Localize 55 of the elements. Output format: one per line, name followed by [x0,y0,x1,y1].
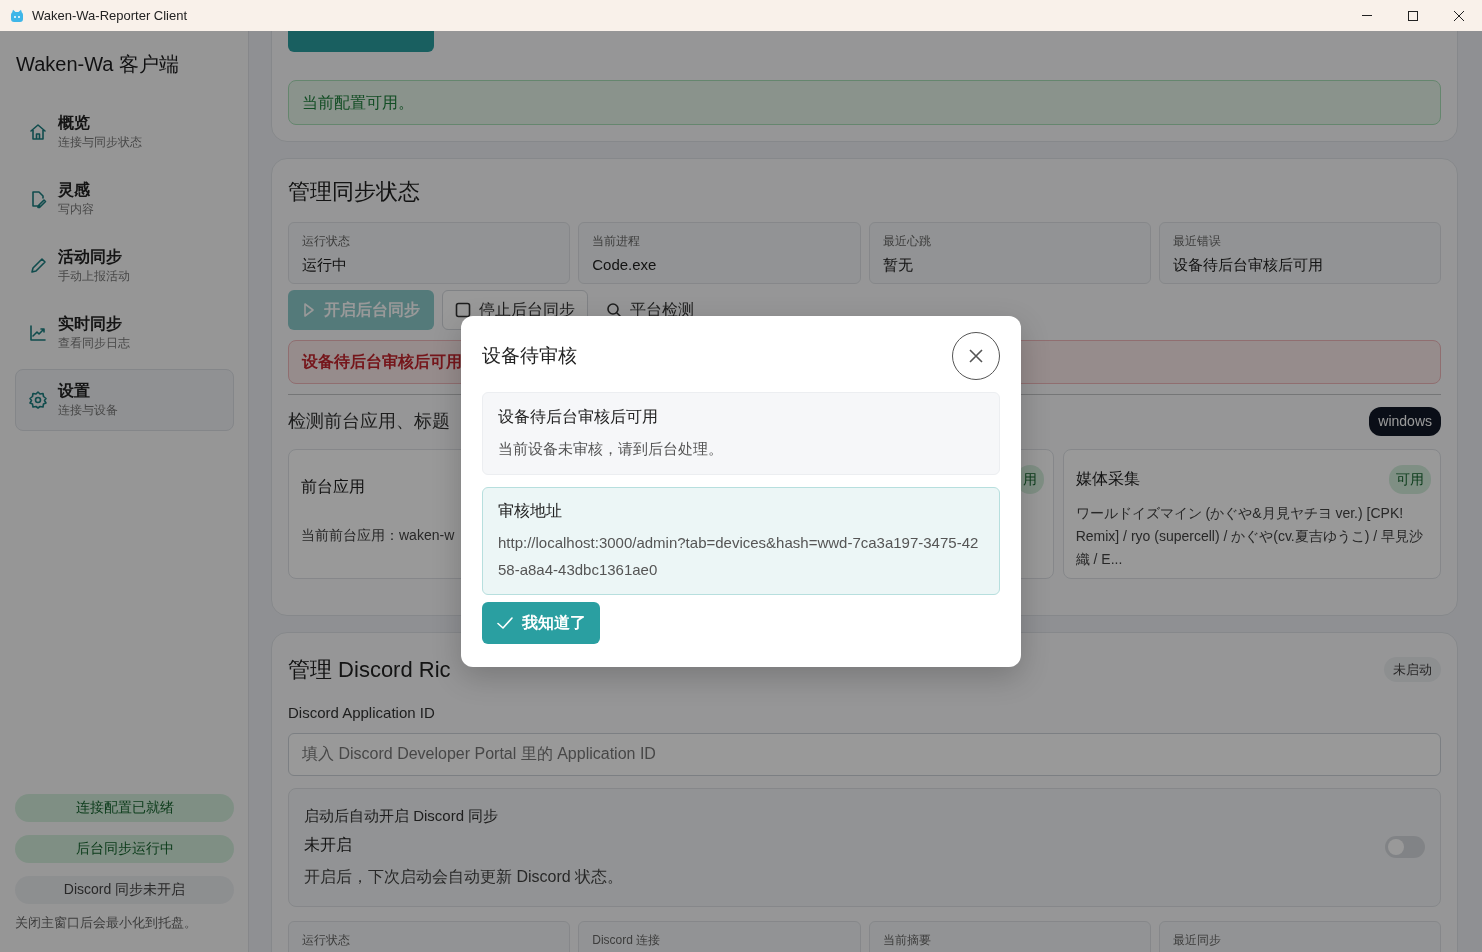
field-label: Discord Application ID [288,703,436,723]
status-badge: 可用 [1389,464,1431,494]
success-alert: 当前配置可用。 [288,80,1441,125]
toggle-state: 未开启 [304,834,353,855]
chart-icon [28,323,48,343]
status-pill: 连接配置已就绪 [15,793,234,822]
minimize-icon [1362,15,1372,16]
stat-card: 最近错误 设备待后台审核后可用 [1158,222,1441,284]
confirm-button[interactable]: 我知道了 [482,602,600,644]
review-title: 审核地址 [498,501,563,521]
capability-title: 媒体采集 [1075,469,1140,489]
close-icon [968,348,984,364]
settings-icon [28,390,48,410]
status-badge: 未启动 [1384,656,1441,683]
sidebar-item[interactable]: 灵感 写内容 [15,168,234,230]
sidebar-item[interactable]: 概览 连接与同步状态 [15,101,234,163]
window-title: Waken-Wa-Reporter Client [32,6,189,25]
stat-card: 运行状态 运行中 [288,222,571,284]
capability-title: 前台应用 [301,477,365,497]
section-title: 管理同步状态 [288,178,421,206]
capability-text: ワールドイズマイン (かぐや&月見ヤチヨ ver.) [CPK! Remix] / ryo (supercell) / かぐや(cv.夏吉ゆうこ) / 早見沙織 / E... [1075,504,1425,569]
notice-text: 当前设备未审核，请到后台处理。 [498,439,724,459]
stat-card: 当前摘要 [868,920,1151,952]
section-subtitle: 检测前台应用、标题 [288,410,450,433]
application-id-field[interactable]: 填入 Discord Developer Portal 里的 Application ID [288,732,1441,776]
section-title: 管理 Discord Ric [288,656,451,684]
stat-card: 运行状态 [288,920,571,952]
maximize-icon [1408,10,1418,21]
home-icon [28,122,48,142]
sidebar-item[interactable]: 活动同步 手动上报活动 [15,235,234,297]
check-icon [496,614,514,632]
pencil-icon [28,256,48,276]
play-icon [302,301,316,319]
notice-title: 设备待后台审核后可用 [498,407,659,427]
toggle-label: 启动后自动开启 Discord 同步 [304,806,500,827]
autostart-toggle[interactable] [1385,836,1425,858]
sidebar-item[interactable]: 设置 连接与设备 [15,369,234,431]
footnote: 关闭主窗口后会最小化到托盘。 [15,913,198,932]
status-pill: Discord 同步未开启 [15,875,234,904]
platform-badge: windows [1369,407,1441,436]
square-icon [455,302,471,318]
search-icon [606,302,622,318]
stat-card: 最近心跳 暂无 [868,222,1151,284]
stat-card: 当前进程 Code.exe [578,222,861,284]
review-url: http://localhost:3000/admin?tab=devices&hash=wwd-7ca3a197-3475-4258-a8a4-43dbc1361ae0 [498,533,980,580]
app-title: Waken-Wa 客户端 [16,52,180,77]
toggle-hint: 开启后，下次启动会自动更新 Discord 状态。 [304,866,624,887]
close-icon [1454,10,1464,21]
dialog-title: 设备待审核 [482,343,577,368]
stat-card: 最近同步 [1158,920,1441,952]
app-icon [10,8,24,23]
stat-card: Discord 连接 [578,920,861,952]
sidebar-item[interactable]: 实时同步 查看同步日志 [15,302,234,364]
close-button[interactable] [952,332,1000,380]
status-pill: 后台同步运行中 [15,834,234,863]
